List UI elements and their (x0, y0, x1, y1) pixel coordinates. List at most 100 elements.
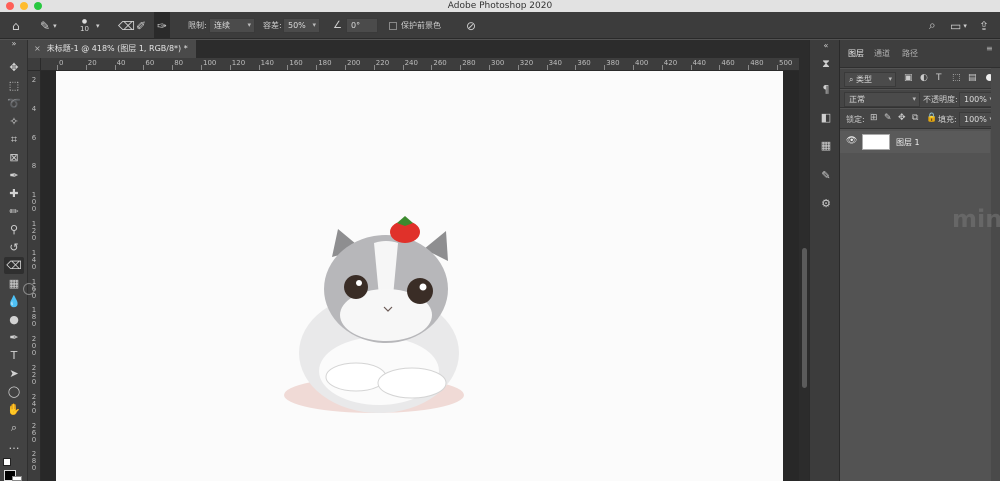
filter-shape-icon[interactable]: ⬚ (952, 73, 961, 83)
canvas-workspace[interactable] (23, 71, 799, 481)
brush-caret-icon[interactable]: ▾ (96, 12, 100, 39)
background-color-swatch[interactable] (12, 476, 22, 481)
swatches-panel-icon[interactable]: ▦ (818, 138, 834, 154)
share-icon[interactable]: ⇪ (979, 12, 989, 39)
protect-foreground-checkbox[interactable]: 保护前景色 (389, 12, 441, 39)
healing-brush-tool-icon[interactable]: ✚ (4, 185, 24, 202)
zoom-window-button[interactable] (34, 2, 42, 10)
expand-panels-icon[interactable]: « (818, 42, 834, 50)
marquee-tool-icon[interactable]: ⬚ (4, 77, 24, 94)
panel-menu-icon[interactable]: ≡ (986, 44, 993, 53)
angle-icon: ∠ (333, 20, 342, 31)
minimize-window-button[interactable] (20, 2, 28, 10)
ruler-label: 1 2 0 (31, 220, 39, 242)
lasso-tool-icon[interactable]: ➰ (4, 95, 24, 112)
eyedropper-tool-icon[interactable]: ✒ (4, 167, 24, 184)
cat-right-eye (407, 278, 433, 304)
blend-mode-select[interactable]: 正常 ▾ (844, 92, 920, 107)
hand-tool-icon[interactable]: ✋ (4, 401, 24, 418)
angle-input[interactable]: 0° (346, 18, 378, 33)
horizontal-ruler[interactable]: 0 20 40 60 80 100 120 140 160 180 200 220 240 260 280 3… (41, 58, 799, 71)
tab-channels[interactable]: 通道 (874, 48, 890, 59)
crop-tool-icon[interactable]: ⌗ (4, 131, 24, 148)
home-icon[interactable]: ⌂ (12, 12, 20, 39)
checkbox-box[interactable] (389, 21, 397, 30)
dodge-tool-icon[interactable]: ● (4, 311, 24, 328)
ruler-label: 1 4 0 (31, 248, 39, 271)
properties-panel-icon[interactable]: ◧ (818, 110, 834, 126)
blend-row: 正常 ▾ 不透明度: 100% ▾ (840, 90, 1000, 108)
brush-tool-icon[interactable]: ✏ (4, 203, 24, 220)
ruler-label: 180 (318, 59, 332, 67)
tool-preset-picker[interactable]: ✎ ▾ (40, 12, 57, 39)
lock-artboard-icon[interactable]: ⧉ (912, 113, 918, 123)
close-window-button[interactable] (6, 2, 14, 10)
cat-left-paw (325, 362, 387, 392)
background-eraser-icon[interactable]: ✐ (136, 12, 146, 39)
tab-paths[interactable]: 路径 (902, 48, 918, 59)
panel-icon-strip: « ⧗ ¶ ◧ ▦ ✎ ⚙ (809, 40, 840, 481)
document-tab-title: 未标题-1 @ 418% (图层 1, RGB/8*) * (46, 44, 188, 53)
history-brush-tool-icon[interactable]: ↺ (4, 239, 24, 256)
erase-mode-icon[interactable]: ⌫ (118, 12, 135, 39)
zoom-tool-icon[interactable]: ⌕ (4, 419, 24, 436)
ruler-corner (28, 58, 41, 71)
fill-label: 填充: (938, 115, 957, 124)
ruler-label: 500 (779, 59, 793, 67)
ruler-tick (402, 65, 404, 70)
gradient-tool-icon[interactable]: ▦ (4, 275, 24, 292)
document-tab[interactable]: × 未标题-1 @ 418% (图层 1, RGB/8*) * (28, 40, 196, 58)
ellipse-tool-icon[interactable]: ◯ (4, 383, 24, 400)
tab-layers[interactable]: 图层 (848, 48, 864, 59)
magic-wand-tool-icon[interactable]: ✧ (4, 113, 24, 130)
lock-all-icon[interactable]: 🔒 (926, 113, 937, 123)
lock-position-icon[interactable]: ✥ (898, 113, 906, 123)
filter-kind-select[interactable]: ⌕ 类型 ▾ (844, 72, 896, 87)
history-panel-icon[interactable]: ⧗ (818, 56, 834, 72)
pen-tool-icon[interactable]: ✒ (4, 329, 24, 346)
filter-smart-object-icon[interactable]: ▤ (968, 73, 977, 83)
move-tool-icon[interactable]: ✥ (4, 59, 24, 76)
ruler-label: 480 (750, 59, 764, 67)
document-canvas[interactable] (56, 71, 783, 481)
magic-eraser-icon[interactable]: ✑ (154, 12, 171, 39)
paragraph-panel-icon[interactable]: ¶ (818, 82, 834, 98)
blur-tool-icon[interactable]: 💧 (4, 293, 24, 310)
filter-adjustment-icon[interactable]: ◐ (920, 73, 928, 83)
adjustments-panel-icon[interactable]: ⚙ (818, 196, 834, 212)
limits-select[interactable]: 连续 ▾ (209, 18, 255, 33)
collapse-icon[interactable]: » (4, 40, 24, 48)
vertical-ruler[interactable]: 24681 0 01 2 01 4 01 6 01 8 02 0 02 2 02… (28, 71, 41, 481)
layer-row[interactable]: 👁 图层 1 (840, 131, 990, 153)
ruler-tick (85, 65, 87, 70)
clone-stamp-tool-icon[interactable]: ⚲ (4, 221, 24, 238)
pressure-icon[interactable]: ⊘ (466, 12, 476, 39)
filter-type-icon[interactable]: T (936, 73, 942, 83)
brush-size-picker[interactable]: ● 10 (80, 12, 89, 39)
lock-transparency-icon[interactable]: ⊞ (870, 113, 878, 123)
workspace-icon[interactable]: ▭ ▾ (950, 12, 967, 39)
cat-left-eye (344, 275, 368, 299)
eye-icon[interactable]: 👁 (846, 136, 857, 146)
ruler-tick (748, 65, 750, 70)
layers-scrollbar[interactable] (991, 68, 1000, 481)
more-tools-icon[interactable]: … (4, 437, 24, 454)
ruler-tick (719, 65, 721, 70)
frame-tool-icon[interactable]: ⊠ (4, 149, 24, 166)
ruler-label: 380 (606, 59, 620, 67)
lock-image-icon[interactable]: ✎ (884, 113, 892, 123)
brushes-panel-icon[interactable]: ✎ (818, 168, 834, 184)
eraser-tool-icon[interactable]: ⌫ (4, 257, 24, 274)
vertical-scrollbar[interactable] (799, 58, 809, 481)
type-tool-icon[interactable]: T (4, 347, 24, 364)
brush-size-value: 10 (80, 24, 89, 33)
filter-pixel-icon[interactable]: ▣ (904, 73, 913, 83)
search-icon[interactable]: ⌕ (929, 12, 936, 39)
ruler-label: 440 (692, 59, 706, 67)
path-selection-tool-icon[interactable]: ➤ (4, 365, 24, 382)
close-tab-icon[interactable]: × (34, 44, 41, 53)
ruler-label: 2 (31, 76, 37, 84)
scrollbar-thumb[interactable] (802, 248, 807, 388)
default-colors-icon[interactable] (3, 458, 11, 466)
tolerance-input[interactable]: 50% ▾ (283, 18, 320, 33)
